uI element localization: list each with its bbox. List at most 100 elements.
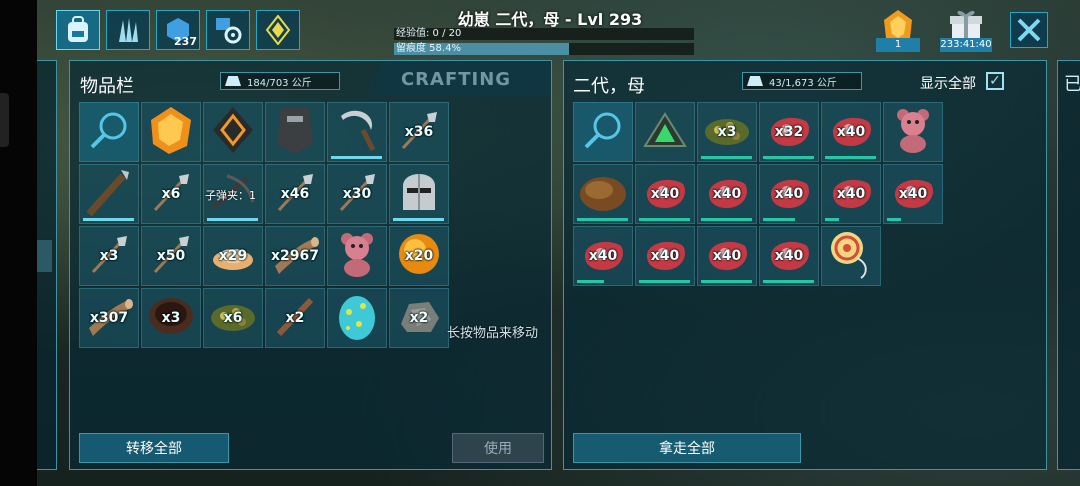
inventory-slot[interactable]: x6	[203, 288, 263, 348]
item-durability-bar	[825, 218, 839, 221]
item-durability-bar	[763, 218, 796, 221]
item-quantity: x40	[650, 186, 680, 202]
inventory-slot[interactable]	[327, 288, 387, 348]
inventory-slot[interactable]	[389, 164, 449, 224]
inventory-slot[interactable]: x3	[79, 226, 139, 286]
dino-slot[interactable]: x40	[697, 164, 757, 224]
close-button[interactable]	[1010, 12, 1048, 48]
item-quantity: x2	[409, 310, 429, 326]
dino-slot[interactable]	[821, 226, 881, 286]
dino-slot[interactable]: x40	[759, 226, 819, 286]
item-durability-bar	[701, 218, 753, 221]
item-quantity: x2967	[271, 248, 319, 264]
item-quantity: x36	[404, 124, 434, 140]
item-quantity: x6	[223, 310, 243, 326]
yoyo-icon	[827, 228, 875, 284]
item-quantity: x40	[650, 248, 680, 264]
inventory-slot[interactable]: x29	[203, 226, 263, 286]
item-quantity: x30	[342, 186, 372, 202]
inventory-slot[interactable]: x3	[141, 288, 201, 348]
pike-icon	[83, 166, 135, 222]
imprint-label: 留痕度 58.4%	[396, 43, 461, 54]
inventory-slot[interactable]	[203, 102, 263, 162]
tab-dino-stats[interactable]	[106, 10, 150, 50]
gift-timer: 233:41:40	[940, 38, 992, 52]
dino-slot[interactable]: x32	[759, 102, 819, 162]
xp-bar: 经验值: 0 / 20	[394, 28, 694, 40]
inventory-slot[interactable]	[141, 102, 201, 162]
inventory-search-button[interactable]	[79, 102, 139, 162]
transfer-all-button[interactable]: 转移全部	[79, 433, 229, 463]
inventory-slot[interactable]: x2	[265, 288, 325, 348]
item-quantity: x3	[161, 310, 181, 326]
weight-icon	[747, 76, 763, 86]
tab-crafting[interactable]: CRAFTING	[361, 62, 551, 96]
tab-options[interactable]	[206, 10, 250, 50]
dino-weight: 43/1,673 公斤	[742, 72, 862, 90]
inventory-slot[interactable]: x2967	[265, 226, 325, 286]
item-quantity: x40	[774, 248, 804, 264]
inventory-slot[interactable]: x46	[265, 164, 325, 224]
inventory-slot[interactable]: x30	[327, 164, 387, 224]
inventory-slot[interactable]: x50	[141, 226, 201, 286]
offscreen-left-button[interactable]	[37, 240, 52, 272]
dino-slot[interactable]	[883, 102, 943, 162]
item-durability-bar	[825, 156, 877, 159]
inventory-slot[interactable]: 子弹夹：1	[203, 164, 263, 224]
item-quantity: x3	[99, 248, 119, 264]
tek-crystal-icon	[265, 15, 291, 45]
item-quantity: x6	[161, 186, 181, 202]
backpack-icon	[68, 16, 88, 42]
dino-slot[interactable]: x40	[635, 164, 695, 224]
use-button[interactable]: 使用	[452, 433, 544, 463]
inventory-slot[interactable]: x36	[389, 102, 449, 162]
dino-title: 幼崽 二代，母 - Lvl 293	[457, 10, 643, 29]
item-durability-bar	[393, 218, 445, 221]
dino-slot[interactable]: x40	[883, 164, 943, 224]
inventory-weight-value: 184/703 公斤	[247, 77, 312, 89]
dino-slot[interactable]	[635, 102, 695, 162]
item-durability-bar	[207, 218, 259, 221]
dino-slot[interactable]: x40	[821, 102, 881, 162]
inventory-slot[interactable]: x2	[389, 288, 449, 348]
inventory-slot[interactable]	[327, 102, 387, 162]
item-quantity: x2	[285, 310, 305, 326]
dino-slot[interactable]: x40	[635, 226, 695, 286]
tab-inventory[interactable]	[56, 10, 100, 50]
inventory-slot[interactable]	[327, 226, 387, 286]
inventory-slot[interactable]	[79, 164, 139, 224]
item-quantity: x40	[836, 186, 866, 202]
inventory-slot[interactable]: x307	[79, 288, 139, 348]
tab-tek[interactable]	[256, 10, 300, 50]
item-durability-bar	[639, 218, 691, 221]
item-ammo-label: 子弹夹：1	[205, 189, 256, 202]
screen-notch	[0, 0, 37, 486]
gear-settings-icon	[216, 18, 242, 44]
dino-slot[interactable]: x40	[821, 164, 881, 224]
dino-slot[interactable]: x40	[759, 164, 819, 224]
item-quantity: x307	[89, 310, 129, 326]
riot-shield-icon	[273, 104, 317, 160]
imprint-bar: 留痕度 58.4%	[394, 43, 694, 55]
show-all-label: 显示全部	[920, 76, 976, 92]
dino-slot[interactable]: x40	[697, 226, 757, 286]
dino-slot[interactable]: x3	[697, 102, 757, 162]
show-all-checkbox[interactable]: ✓	[986, 72, 1004, 90]
item-durability-bar	[577, 218, 629, 221]
tab-engrams[interactable]: 237	[156, 10, 200, 50]
inventory-slot[interactable]: x6	[141, 164, 201, 224]
tek-triangle-icon	[641, 110, 689, 154]
close-icon	[1017, 18, 1041, 42]
take-all-button[interactable]: 拿走全部	[573, 433, 801, 463]
inventory-slot[interactable]	[265, 102, 325, 162]
dino-search-button[interactable]	[573, 102, 633, 162]
item-quantity: x40	[588, 248, 618, 264]
inventory-slot[interactable]: x20	[389, 226, 449, 286]
egg-icon	[335, 290, 379, 346]
dino-slot[interactable]: x40	[573, 226, 633, 286]
weight-icon	[225, 76, 241, 86]
move-hint: 长按物品来移动	[447, 326, 539, 341]
dino-slot[interactable]	[573, 164, 633, 224]
item-durability-bar	[763, 156, 815, 159]
fertilizer-icon	[577, 170, 629, 218]
